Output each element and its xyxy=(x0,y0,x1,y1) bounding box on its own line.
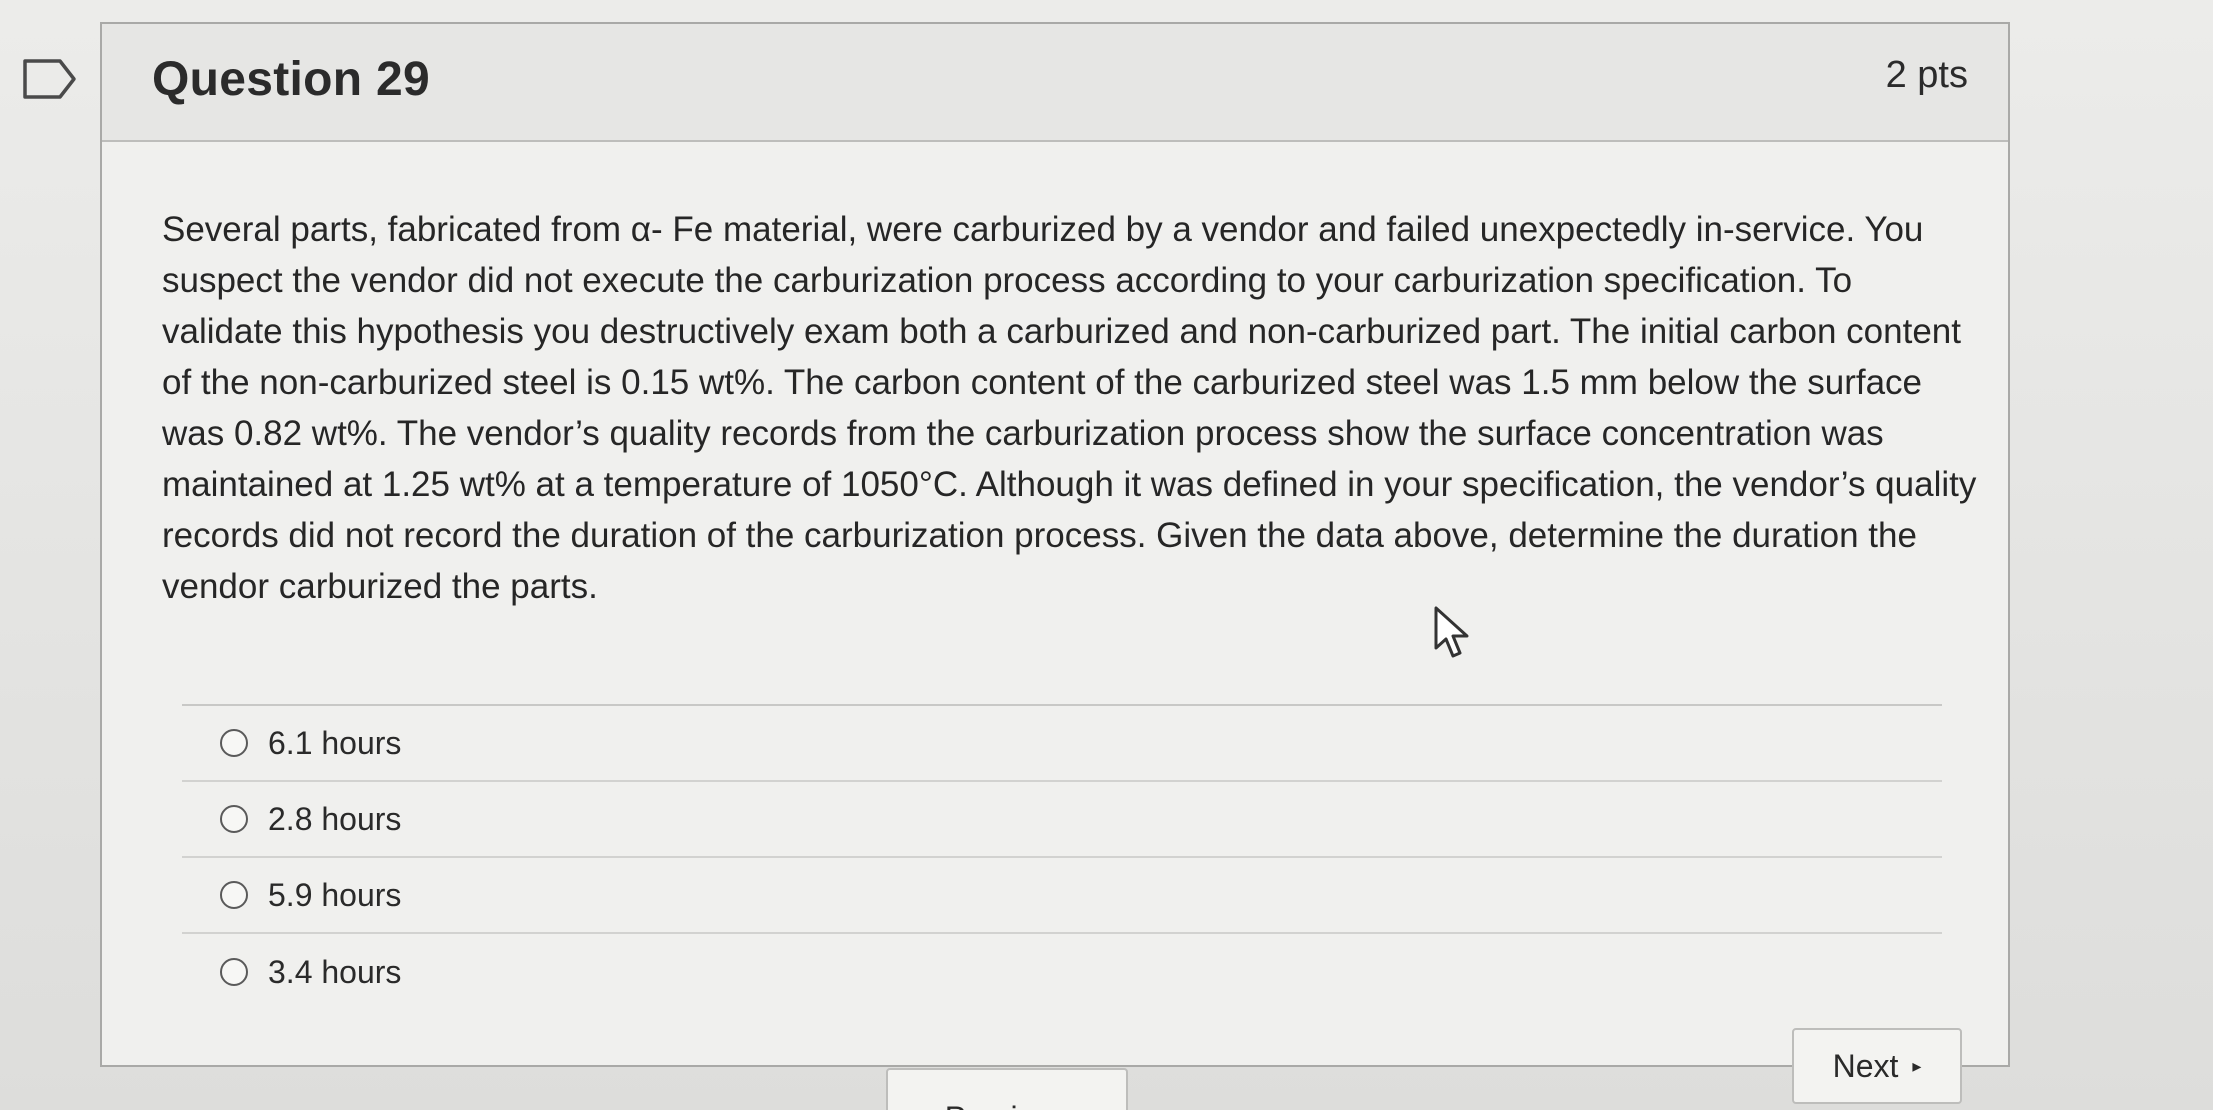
question-title: Question 29 xyxy=(152,53,431,106)
radio-button[interactable] xyxy=(220,729,248,757)
flag-question-icon[interactable] xyxy=(22,58,78,100)
next-button-label: Next xyxy=(1832,1047,1899,1084)
answer-option[interactable]: 3.4 hours xyxy=(182,934,1942,1010)
previous-button-label: Previous xyxy=(945,1100,1070,1110)
question-text: Several parts, fabricated from α- Fe mat… xyxy=(162,210,1977,606)
answer-option[interactable]: 6.1 hours xyxy=(182,706,1942,782)
question-header: Question 29 2 pts xyxy=(102,24,2008,142)
radio-button[interactable] xyxy=(220,881,248,909)
quiz-page: Question 29 2 pts Several parts, fabrica… xyxy=(0,0,2213,1110)
answer-label: 3.4 hours xyxy=(268,953,402,990)
caret-right-icon: ▸ xyxy=(1912,1055,1922,1076)
answer-list: 6.1 hours 2.8 hours 5.9 hours 3.4 hours xyxy=(182,704,1942,1010)
answer-option[interactable]: 5.9 hours xyxy=(182,858,1942,934)
previous-button[interactable]: Previous xyxy=(886,1068,1128,1110)
answer-label: 2.8 hours xyxy=(268,800,402,837)
question-card: Question 29 2 pts Several parts, fabrica… xyxy=(100,22,2010,1067)
answer-label: 5.9 hours xyxy=(268,876,402,913)
question-points: 2 pts xyxy=(1885,54,1968,96)
radio-button[interactable] xyxy=(220,958,248,986)
next-button[interactable]: Next ▸ xyxy=(1792,1028,1962,1104)
radio-button[interactable] xyxy=(220,805,248,833)
answer-label: 6.1 hours xyxy=(268,724,402,761)
mouse-pointer-icon xyxy=(1434,606,1469,658)
answer-option[interactable]: 2.8 hours xyxy=(182,782,1942,858)
